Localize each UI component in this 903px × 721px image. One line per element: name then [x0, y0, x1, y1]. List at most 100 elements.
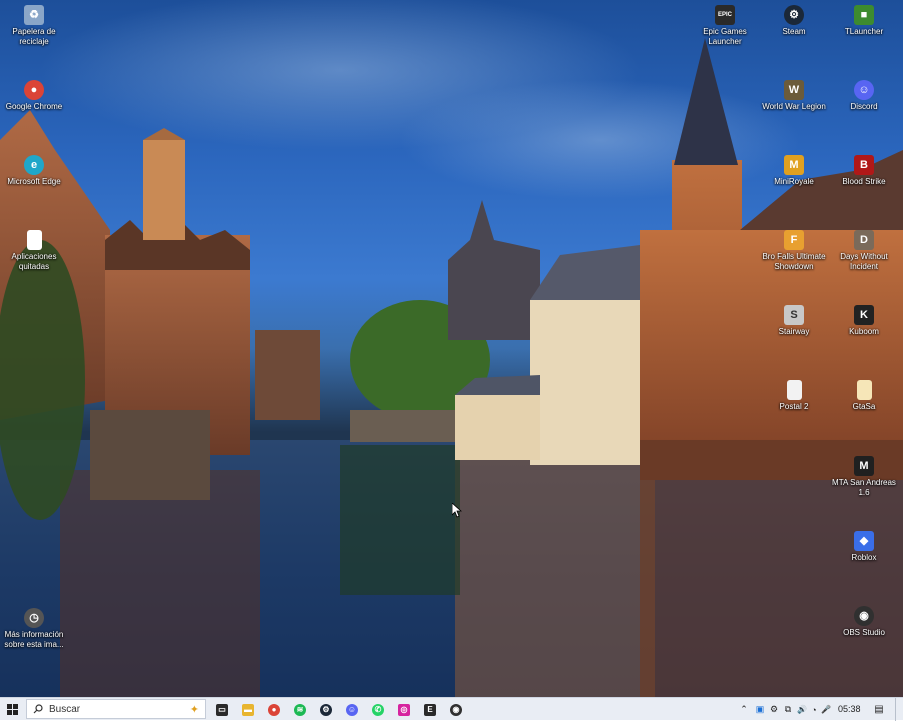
tray-wifi[interactable]: ◔ [808, 698, 820, 721]
epic-games-icon: EPIC [715, 5, 735, 25]
file-explorer-icon: ▬ [242, 703, 254, 716]
windows-logo-icon [6, 704, 18, 715]
desktop-icon-bro-falls[interactable]: F Bro Falls Ultimate Showdown [762, 230, 826, 272]
tlauncher-icon: ■ [854, 5, 874, 25]
desktop-icon-kuboom[interactable]: K Kuboom [832, 305, 896, 337]
desktop-icon-label: Bro Falls Ultimate Showdown [762, 252, 826, 271]
clock[interactable]: 05:38 [838, 698, 861, 721]
recycle-bin-icon: ♻ [24, 5, 44, 25]
desktop-icon-label: Más información sobre esta ima... [4, 630, 64, 649]
desktop-icon-label: Aplicaciones quitadas [11, 252, 57, 271]
search-box[interactable]: Buscar ✦ [26, 699, 206, 719]
blood-strike-icon: B [854, 155, 874, 175]
desktop-icon-days-without-incident[interactable]: D Days Without Incident [832, 230, 896, 272]
tray-usb[interactable]: ⧉ [782, 698, 794, 721]
desktop-icon-label: GtaSa [852, 402, 876, 411]
start-button[interactable] [0, 698, 24, 721]
discord-icon: ☺ [854, 80, 874, 100]
desktop-icon-discord[interactable]: ☺ Discord [832, 80, 896, 112]
taskbar-app-epic-games[interactable]: E [422, 698, 438, 721]
desktop-icon-gtasa[interactable]: GtaSa [832, 380, 896, 412]
steam-tray-icon: ⚙ [769, 704, 779, 714]
mta-icon: M [854, 456, 874, 476]
search-highlight-icon: ✦ [189, 703, 199, 716]
taskbar-app-instagram[interactable]: ◎ [396, 698, 412, 721]
desktop-icon-label: Days Without Incident [840, 252, 888, 271]
desktop-icon-label: Steam [782, 27, 806, 36]
desktop-icon-steam[interactable]: ⚙ Steam [762, 5, 826, 37]
tray-microphone[interactable]: 🎤 [820, 698, 832, 721]
desktop-icon-postal2[interactable]: Postal 2 [762, 380, 826, 412]
tray-app-icon: ▣ [755, 704, 765, 714]
desktop-icon-label: TLauncher [844, 27, 884, 36]
desktop-icon-recycle-bin[interactable]: ♻ Papelera de reciclaje [2, 5, 66, 47]
desktop-icon-label: Roblox [851, 553, 877, 562]
desktop-icon-label: MTA San Andreas 1.6 [832, 478, 896, 497]
search-placeholder: Buscar [49, 703, 81, 715]
chrome-icon: ● [268, 703, 280, 716]
taskbar: Buscar ✦ ▭ ▬ ● ≋ ⚙ ☺ ✆ ◎ E ◉ ⌃ ▣ ⚙ ⧉ 🔊 ◔… [0, 697, 903, 721]
taskbar-app-file-explorer[interactable]: ▬ [240, 698, 256, 721]
desktop-icon-more-info[interactable]: ◷ Más información sobre esta ima... [2, 608, 66, 650]
desktop-icon-label: Papelera de reciclaje [12, 27, 56, 46]
stairway-icon: S [784, 305, 804, 325]
desktop-icon-label: Stairway [778, 327, 810, 336]
kuboom-icon: K [854, 305, 874, 325]
postal2-icon [786, 380, 802, 400]
desktop-icon-blood-strike[interactable]: B Blood Strike [832, 155, 896, 187]
notifications-button[interactable]: ▤ [872, 698, 886, 721]
obs-icon: ◉ [854, 606, 874, 626]
taskbar-app-spotify[interactable]: ≋ [292, 698, 308, 721]
taskbar-app-discord[interactable]: ☺ [344, 698, 360, 721]
taskbar-app-whatsapp[interactable]: ✆ [370, 698, 386, 721]
taskbar-app-obs[interactable]: ◉ [448, 698, 464, 721]
desktop[interactable]: ♻ Papelera de reciclaje ● Google Chrome … [0, 0, 903, 697]
tray-steam[interactable]: ⚙ [768, 698, 780, 721]
show-hidden-icons-button[interactable]: ⌃ [738, 698, 750, 721]
desktop-icon-label: Microsoft Edge [7, 177, 61, 186]
epic-games-icon: E [424, 703, 436, 716]
desktop-icon-world-war-legion[interactable]: W World War Legion [762, 80, 826, 112]
show-desktop-button[interactable] [895, 698, 903, 721]
desktop-icon-label: MiniRoyale [774, 177, 814, 186]
world-war-legion-icon: W [784, 80, 804, 100]
wifi-icon: ◔ [811, 704, 817, 715]
miniroyale-icon: M [784, 155, 804, 175]
desktop-icon-label: World War Legion [762, 102, 826, 111]
desktop-icon-edge[interactable]: e Microsoft Edge [2, 155, 66, 187]
task-view-icon: ▭ [216, 703, 228, 716]
steam-icon: ⚙ [320, 703, 332, 716]
taskbar-app-steam[interactable]: ⚙ [318, 698, 334, 721]
gtasa-icon [856, 380, 872, 400]
desktop-icon-label: Kuboom [849, 327, 879, 336]
discord-icon: ☺ [346, 703, 358, 716]
taskbar-app-chrome[interactable]: ● [266, 698, 282, 721]
desktop-icon-label: Blood Strike [842, 177, 886, 186]
desktop-icon-tlauncher[interactable]: ■ TLauncher [832, 5, 896, 37]
obs-icon: ◉ [450, 703, 462, 716]
chevron-up-icon: ⌃ [740, 704, 748, 714]
mouse-cursor-icon [452, 503, 462, 518]
spotify-icon: ≋ [294, 703, 306, 716]
desktop-icon-chrome[interactable]: ● Google Chrome [2, 80, 66, 112]
desktop-icon-obs[interactable]: ◉ OBS Studio [832, 606, 896, 638]
desktop-icon-label: Postal 2 [779, 402, 809, 411]
desktop-icon-apps-removed[interactable]: Aplicaciones quitadas [2, 230, 66, 272]
tray-app[interactable]: ▣ [754, 698, 766, 721]
steam-icon: ⚙ [784, 5, 804, 25]
search-icon [33, 704, 43, 714]
usb-icon: ⧉ [784, 704, 792, 714]
desktop-icon-mta[interactable]: M MTA San Andreas 1.6 [832, 456, 896, 498]
desktop-icon-miniroyale[interactable]: M MiniRoyale [762, 155, 826, 187]
desktop-icon-label: OBS Studio [843, 628, 885, 637]
instagram-icon: ◎ [398, 703, 410, 716]
tray-volume[interactable]: 🔊 [796, 698, 808, 721]
desktop-icon-stairway[interactable]: S Stairway [762, 305, 826, 337]
desktop-icon-roblox[interactable]: ◆ Roblox [832, 531, 896, 563]
desktop-icon-epic-games[interactable]: EPIC Epic Games Launcher [693, 5, 757, 47]
taskbar-app-task-view[interactable]: ▭ [214, 698, 230, 721]
chrome-icon: ● [24, 80, 44, 100]
whatsapp-icon: ✆ [372, 703, 384, 716]
volume-icon: 🔊 [797, 705, 807, 714]
desktop-icon-label: Epic Games Launcher [703, 27, 747, 46]
